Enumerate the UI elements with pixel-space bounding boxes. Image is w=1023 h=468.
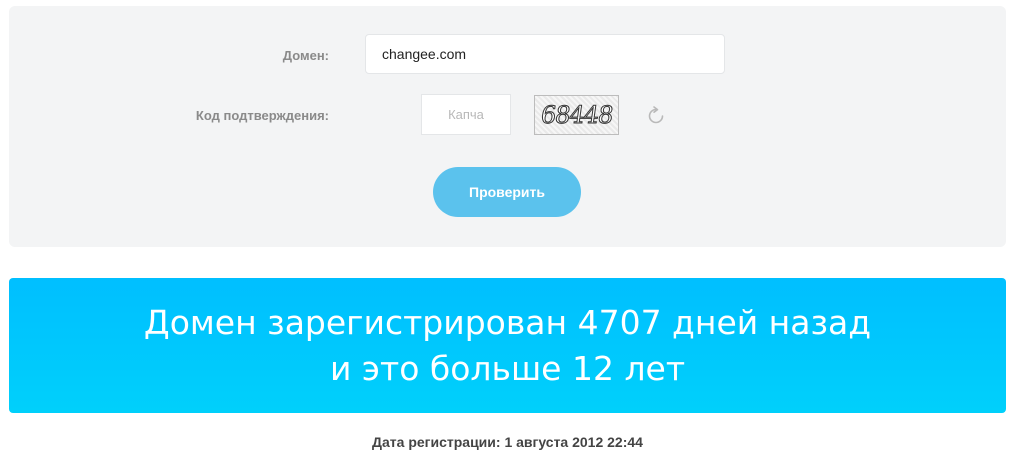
result-banner: Домен зарегистрирован 4707 дней назад и … <box>9 278 1006 413</box>
confirmation-code-label: Код подтверждения: <box>195 108 329 123</box>
domain-label: Домен: <box>282 48 329 63</box>
captcha-input[interactable] <box>421 94 511 135</box>
check-button[interactable]: Проверить <box>433 167 581 217</box>
captcha-image-text: 68448 <box>538 101 615 130</box>
captcha-image: 68448 <box>534 95 619 135</box>
domain-input[interactable] <box>365 34 725 74</box>
domain-check-form: Домен: Код подтверждения: 68448 Проверит… <box>9 6 1006 247</box>
registration-date: Дата регистрации: 1 августа 2012 22:44 <box>372 434 643 450</box>
refresh-icon[interactable] <box>645 105 667 127</box>
result-line-years: и это больше 12 лет <box>329 349 686 388</box>
result-line-days: Домен зарегистрирован 4707 дней назад <box>143 303 872 342</box>
